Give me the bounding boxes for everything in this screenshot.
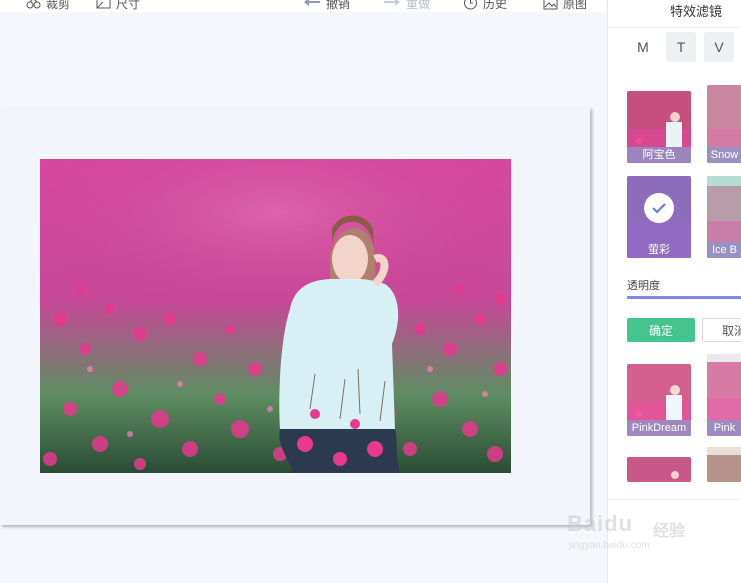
history-label: 历史 — [483, 0, 508, 11]
confirm-button[interactable]: 确定 — [627, 318, 695, 342]
watermark-url: jingyan.baidu.com — [569, 540, 650, 551]
filter-thumb-iceb[interactable]: Ice B — [707, 176, 741, 258]
filter-label: Pink — [707, 420, 741, 436]
filter-thumb-pinkdream[interactable]: PinkDream — [627, 364, 691, 436]
tab-m[interactable]: M — [628, 32, 658, 62]
filter-preview — [707, 447, 741, 482]
watermark-logo: Baidu — [567, 511, 634, 536]
size-button[interactable]: 尺寸 — [96, 0, 140, 11]
opacity-slider[interactable] — [627, 296, 741, 299]
history-icon — [464, 0, 477, 10]
filter-thumb-snow[interactable]: Snow — [707, 85, 741, 163]
original-label: 原图 — [563, 0, 588, 11]
filter-thumb-abaose[interactable]: 阿宝色 — [627, 91, 691, 163]
undo-label: 撤销 — [326, 0, 351, 11]
divider — [608, 27, 741, 28]
baidu-jingyan-watermark: Baidu 经验 jingyan.baidu.com — [565, 503, 705, 563]
history-button[interactable]: 历史 — [463, 0, 507, 11]
tab-v[interactable]: V — [704, 32, 734, 62]
undo-icon — [304, 0, 320, 6]
filter-label: 萤彩 — [648, 244, 670, 256]
original-button[interactable]: 原图 — [543, 0, 587, 11]
redo-icon — [384, 0, 400, 6]
size-label: 尺寸 — [116, 0, 141, 11]
filter-label: 阿宝色 — [627, 147, 691, 163]
image-icon — [543, 0, 558, 9]
filter-label: PinkDream — [627, 420, 691, 436]
panel-title: 特效滤镜 — [670, 4, 723, 19]
top-toolbar: 裁剪 尺寸 撤销 重做 历史 原图 — [0, 0, 606, 12]
filter-thumb-pink[interactable]: Pink — [707, 354, 741, 436]
filter-panel: 特效滤镜 M T V 阿宝色 Snow 萤彩 Ice B 透明度 确定 取消 P… — [607, 0, 741, 583]
redo-button[interactable]: 重做 — [383, 0, 430, 11]
check-icon — [644, 193, 674, 223]
redo-label: 重做 — [406, 0, 431, 11]
size-icon — [96, 0, 111, 9]
filter-thumb-partial[interactable] — [627, 457, 691, 482]
filter-label: Snow — [707, 147, 741, 163]
filter-thumb-yingcai[interactable]: 萤彩 — [627, 176, 691, 258]
watermark-cn: 经验 — [653, 523, 686, 540]
edited-photo[interactable] — [40, 159, 511, 473]
filter-label: Ice B — [707, 242, 741, 258]
divider — [608, 499, 741, 500]
opacity-label: 透明度 — [627, 280, 660, 292]
cancel-button[interactable]: 取消 — [702, 318, 741, 342]
filter-thumb-partial-2[interactable] — [707, 447, 741, 482]
crop-button[interactable]: 裁剪 — [26, 0, 70, 11]
undo-button[interactable]: 撤销 — [303, 0, 350, 11]
tab-t[interactable]: T — [666, 32, 696, 62]
crop-icon — [26, 0, 41, 9]
crop-label: 裁剪 — [46, 0, 71, 11]
filter-preview — [627, 457, 691, 482]
